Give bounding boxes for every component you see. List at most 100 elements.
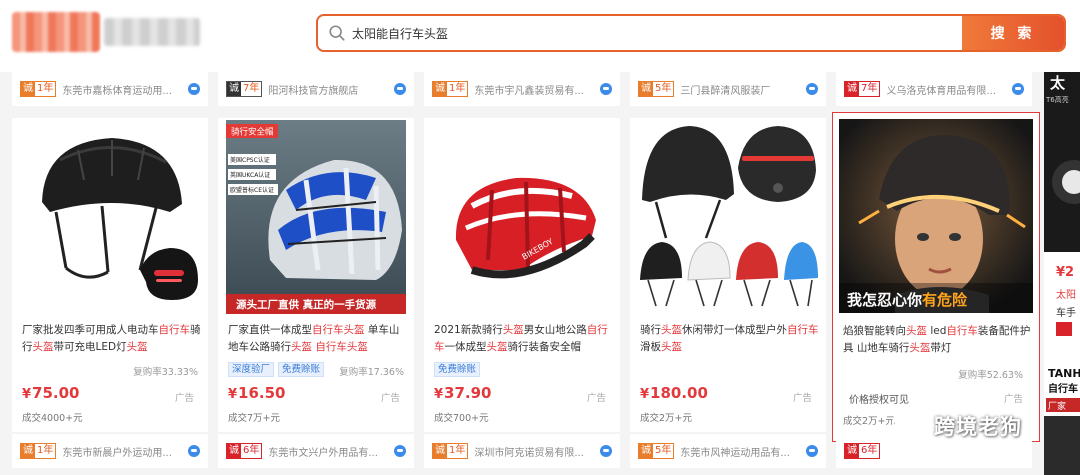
partial-brand: TANH — [1048, 367, 1080, 380]
tag-factory-audit[interactable]: 深度验厂 — [228, 362, 275, 377]
product-image[interactable]: 骑行安全帽 美国CPSC认证 英国UKCA认证 欧盟普标CE认证 源头工厂直供 … — [226, 120, 406, 314]
partial-desc: 车手 — [1056, 306, 1076, 319]
product-card[interactable]: 骑行头盔休闲带灯一体成型户外自行车滑板头盔 ¥180.00 广告 成交2万+元 — [630, 118, 826, 432]
tag-free-credit[interactable]: 免费赊账 — [434, 362, 481, 377]
supplier-card[interactable]: 诚 7年 义乌洛克体育用品有限... — [836, 72, 1032, 106]
supplier-card[interactable]: 诚 6年 东莞市文兴户外用品有... — [218, 434, 414, 468]
partial-image-subtext: T6高亮 — [1045, 95, 1069, 104]
supplier-card[interactable]: 诚 1年 东莞市新晨户外运动用... — [12, 434, 208, 468]
image-top-label: 骑行安全帽 — [231, 127, 274, 138]
supplier-years: 7年 — [861, 83, 878, 94]
cheng-badge: 诚 1年 — [432, 443, 469, 459]
supplier-years: 1年 — [449, 445, 466, 456]
title-keyword: 头盔 — [909, 342, 931, 354]
ad-label: 广告 — [174, 393, 194, 404]
supplier-name[interactable]: 东莞市文兴户外用品有... — [268, 444, 388, 459]
wangwang-chat-icon[interactable] — [600, 445, 612, 457]
supplier-card[interactable]: 诚 7年 阳河科技官方旗舰店 — [218, 72, 414, 106]
supplier-card[interactable]: 诚 1年 东莞市嘉栎体育运动用... — [12, 72, 208, 106]
tag-free-credit[interactable]: 免费赊账 — [278, 362, 325, 377]
product-card[interactable]: 骑行安全帽 美国CPSC认证 英国UKCA认证 欧盟普标CE认证 源头工厂直供 … — [218, 118, 414, 432]
cheng-badge: 诚 1年 — [432, 81, 469, 97]
supplier-name[interactable]: 阳河科技官方旗舰店 — [268, 82, 388, 97]
product-image[interactable] — [20, 120, 200, 314]
wangwang-chat-icon[interactable] — [188, 83, 200, 95]
cheng-badge: 诚 7年 — [226, 81, 263, 97]
yen-symbol: ¥ — [228, 387, 238, 402]
search-button[interactable]: 搜 索 — [962, 16, 1064, 50]
product-card[interactable]: BIKEBOY 2021新款骑行头盔男女山地公路自行车一体成型头盔骑行装备安全帽… — [424, 118, 620, 432]
title-text: 带可充电LED灯 — [53, 341, 127, 353]
watermark-text: 跨境老狗 — [934, 415, 1022, 439]
partial-product-column[interactable]: 太 T6高亮 ¥2 太阳 车手 TANH 自行车 厂家 — [1044, 72, 1080, 475]
site-logo-subtitle — [104, 18, 200, 46]
wangwang-chat-icon[interactable] — [1012, 83, 1024, 95]
title-keyword: 头盔 — [661, 341, 682, 353]
image-banner-white: 我怎忍心你 — [847, 291, 922, 309]
supplier-name[interactable]: 东莞市新晨户外运动用... — [62, 444, 182, 459]
title-keyword: 头盔 — [32, 341, 54, 353]
supplier-name[interactable]: 深圳市阿克诺贸易有限... — [474, 444, 594, 459]
cheng-char: 诚 — [433, 444, 447, 458]
supplier-card[interactable]: 诚 5年 东莞市风神运动用品有... — [630, 434, 826, 468]
wechat-icon — [892, 412, 928, 440]
product-image[interactable] — [638, 120, 818, 314]
supplier-years: 5年 — [655, 83, 672, 94]
price-value: 16.50 — [238, 384, 286, 402]
product-image[interactable]: 我怎忍心你有危险 — [839, 119, 1033, 313]
wangwang-chat-icon[interactable] — [600, 83, 612, 95]
deal-volume: 成交2万+元 — [640, 413, 693, 424]
supplier-name[interactable]: 三门县醉清风服装厂 — [680, 82, 800, 97]
wangwang-chat-icon[interactable] — [394, 83, 406, 95]
product-card[interactable]: 厂家批发四季可用成人电动车自行车骑行头盔带可充电LED灯头盔 复购率33.33%… — [12, 118, 208, 432]
price-authorization-notice[interactable]: 价格授权可见 — [849, 391, 909, 406]
product-title[interactable]: 骑行头盔休闲带灯一体成型户外自行车滑板头盔 — [640, 322, 820, 356]
supplier-card[interactable]: 诚 1年 深圳市阿克诺贸易有限... — [424, 434, 620, 468]
ad-label: 广告 — [586, 393, 606, 404]
wangwang-chat-icon[interactable] — [188, 445, 200, 457]
cheng-char: 诚 — [639, 444, 653, 458]
supplier-name[interactable]: 东莞市嘉栎体育运动用... — [62, 82, 182, 97]
cheng-char: 诚 — [227, 82, 241, 96]
cheng-badge: 诚 6年 — [226, 443, 263, 459]
product-title[interactable]: 2021新款骑行头盔男女山地公路自行车一体成型头盔骑行装备安全帽 — [434, 322, 614, 356]
product-image[interactable]: BIKEBOY — [432, 120, 612, 314]
supplier-years: 5年 — [655, 445, 672, 456]
title-text: 一体成型 — [444, 341, 487, 353]
product-price: ¥37.90 — [434, 384, 492, 402]
deal-volume: 成交4000+元 — [22, 413, 83, 424]
title-text: 骑行装备安全帽 — [507, 341, 582, 353]
title-keyword: 自行车头盔 — [312, 324, 365, 336]
search-input[interactable] — [352, 16, 962, 50]
partial-brand-sub: 自行车 — [1048, 382, 1078, 395]
wangwang-chat-icon[interactable] — [806, 83, 818, 95]
supplier-name[interactable]: 东莞市风神运动用品有... — [680, 444, 800, 459]
cheng-badge: 诚 6年 — [844, 443, 881, 459]
supplier-years: 7年 — [243, 83, 260, 94]
svg-text:我怎忍心你有危险: 我怎忍心你有危险 — [847, 291, 968, 309]
cert-label: 美国CPSC认证 — [230, 156, 270, 164]
product-title[interactable]: 焰狼智能转向头盔 led自行车装备配件护具 山地车骑行头盔带灯 — [843, 323, 1037, 357]
product-title[interactable]: 厂家直供一体成型自行车头盔 单车山地车公路骑行头盔 自行车头盔 — [228, 322, 408, 356]
cheng-char: 诚 — [639, 82, 653, 96]
site-logo[interactable] — [12, 12, 100, 52]
title-text: led — [927, 325, 947, 337]
supplier-card[interactable]: 诚 5年 三门县醉清风服装厂 — [630, 72, 826, 106]
title-text: 厂家批发四季可用成人电动车 — [22, 324, 159, 336]
supplier-name[interactable]: 东莞市宇凡鑫装贸易有... — [474, 82, 594, 97]
partial-image-text: 太 — [1050, 74, 1066, 92]
cheng-badge: 诚 5年 — [638, 81, 675, 97]
top-supplier-row: 诚 1年 东莞市嘉栎体育运动用... 诚 7年 阳河科技官方旗舰店 诚 1年 东莞市宇… — [0, 72, 1040, 106]
wangwang-chat-icon[interactable] — [806, 445, 818, 457]
title-keyword: 自行车 — [787, 324, 819, 336]
product-title[interactable]: 厂家批发四季可用成人电动车自行车骑行头盔带可充电LED灯头盔 — [22, 322, 202, 356]
supplier-card[interactable]: 诚 1年 东莞市宇凡鑫装贸易有... — [424, 72, 620, 106]
wangwang-chat-icon[interactable] — [394, 445, 406, 457]
supplier-years: 1年 — [37, 445, 54, 456]
product-card-highlighted[interactable]: 我怎忍心你有危险 焰狼智能转向头盔 led自行车装备配件护具 山地车骑行头盔带灯… — [832, 112, 1040, 442]
supplier-years: 6年 — [861, 445, 878, 456]
supplier-years: 1年 — [449, 83, 466, 94]
product-price: ¥180.00 — [640, 384, 708, 402]
supplier-name[interactable]: 义乌洛克体育用品有限... — [886, 82, 1006, 97]
title-text: 男女山地公路 — [523, 324, 587, 336]
